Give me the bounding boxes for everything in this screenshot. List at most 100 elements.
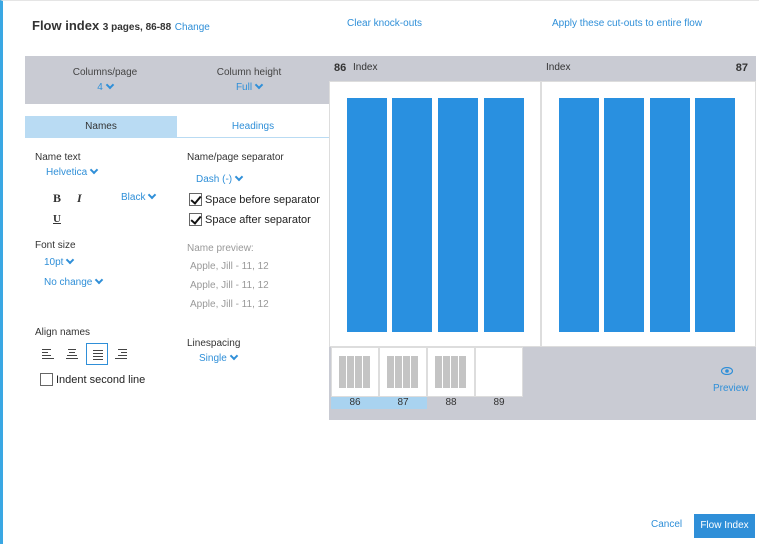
indent-checkbox-box[interactable] — [40, 373, 53, 386]
chevron-down-icon — [234, 172, 244, 182]
column[interactable] — [347, 98, 387, 332]
chevron-down-icon — [105, 80, 115, 90]
thumbnail-column — [435, 356, 442, 388]
space-before-box[interactable] — [189, 193, 202, 206]
indent-label: Indent second line — [56, 373, 146, 386]
linespacing-value: Single — [199, 353, 227, 364]
thumbnail-column — [451, 356, 458, 388]
align-center-icon[interactable] — [62, 343, 84, 365]
bold-button[interactable]: B — [53, 191, 61, 206]
flow-index-button[interactable]: Flow Index — [694, 514, 755, 538]
separator-label: Name/page separator — [187, 152, 284, 163]
page-preview: 86 Index Index 87 86 87 88 89 Preview — [329, 56, 756, 420]
align-right-icon[interactable] — [110, 343, 132, 365]
height-select[interactable]: Full — [179, 80, 319, 93]
space-after-label: Space after separator — [205, 213, 311, 226]
space-after-box[interactable] — [189, 213, 202, 226]
eye-icon[interactable] — [720, 366, 734, 376]
color-select[interactable]: Black — [121, 190, 157, 203]
clear-knockouts-link[interactable]: Clear knock-outs — [347, 18, 422, 29]
left-page-header: 86 Index — [329, 56, 541, 81]
thumbnail-page-number: 88 — [445, 397, 457, 408]
dialog-title: Flow index 3 pages, 86-88 Change — [32, 18, 210, 33]
tab-names[interactable]: Names — [25, 116, 177, 138]
height-value: Full — [235, 82, 253, 93]
right-page-header: Index 87 — [541, 56, 756, 81]
page-thumbnail[interactable] — [331, 347, 379, 397]
title-text: Flow index — [32, 18, 100, 33]
chevron-down-icon — [89, 165, 99, 175]
change-link[interactable]: Change — [175, 22, 210, 33]
thumbnail-strip: 86 87 88 89 Preview — [329, 347, 756, 420]
column[interactable] — [695, 98, 735, 332]
align-label: Align names — [35, 327, 91, 338]
apply-cutouts-link[interactable]: Apply these cut-outs to entire flow — [552, 18, 702, 29]
chevron-down-icon — [95, 275, 104, 285]
align-justify-icon[interactable] — [86, 343, 108, 365]
separator-select[interactable]: Dash (-) — [196, 172, 244, 185]
tab-bar: Names Headings — [25, 116, 329, 138]
tab-headings[interactable]: Headings — [177, 116, 329, 138]
chevron-down-icon — [254, 80, 264, 90]
size-change-select[interactable]: No change — [44, 275, 104, 288]
chevron-down-icon — [229, 351, 239, 361]
chevron-down-icon — [148, 190, 157, 200]
column[interactable] — [484, 98, 524, 332]
indent-checkbox[interactable]: Indent second line — [40, 373, 145, 386]
column[interactable] — [392, 98, 432, 332]
name-preview-line: Apple, Jill - 11, 12 — [190, 261, 269, 272]
font-value: Helvetica — [46, 167, 88, 178]
thumbnail-column — [339, 356, 346, 388]
color-value: Black — [121, 192, 146, 203]
name-text-label: Name text — [35, 152, 81, 163]
font-size-label: Font size — [35, 240, 76, 251]
column[interactable] — [650, 98, 690, 332]
thumbnail-column — [411, 356, 418, 388]
columns-value: 4 — [97, 82, 103, 93]
thumbnail-page-number: 87 — [379, 397, 427, 409]
thumbnail-column — [443, 356, 450, 388]
right-page[interactable] — [541, 81, 756, 347]
thumbnail-column — [363, 356, 370, 388]
italic-button[interactable]: I — [77, 191, 82, 206]
font-select[interactable]: Helvetica — [46, 165, 99, 178]
columns-label: Columns/page — [72, 67, 138, 78]
page-thumbnail[interactable] — [475, 347, 523, 397]
left-page-number: 86 — [334, 62, 347, 74]
thumbnail-column — [395, 356, 402, 388]
thumbnail-column — [459, 356, 466, 388]
name-preview-line: Apple, Jill - 11, 12 — [190, 280, 269, 291]
space-before-checkbox[interactable]: Space before separator — [189, 193, 320, 206]
left-page-title: Index — [353, 62, 378, 73]
height-label: Column height — [216, 67, 282, 78]
space-after-checkbox[interactable]: Space after separator — [189, 213, 311, 226]
name-preview-line: Apple, Jill - 11, 12 — [190, 299, 269, 310]
column[interactable] — [438, 98, 478, 332]
font-size-select[interactable]: 10pt — [44, 255, 75, 268]
right-page-number: 87 — [735, 62, 748, 74]
title-subtitle: 3 pages, 86-88 — [102, 22, 172, 33]
left-page[interactable] — [329, 81, 541, 347]
column[interactable] — [559, 98, 599, 332]
thumbnail-column — [355, 356, 362, 388]
page-thumbnail[interactable] — [379, 347, 427, 397]
name-preview-label: Name preview: — [187, 243, 254, 254]
thumbnail-column — [387, 356, 394, 388]
linespacing-label: Linespacing — [187, 338, 241, 349]
layout-controls: Columns/page 4 Column height Full — [25, 56, 329, 104]
align-left-icon[interactable] — [38, 343, 60, 365]
thumbnail-page-number: 89 — [493, 397, 505, 408]
columns-select[interactable]: 4 — [35, 80, 175, 93]
cancel-button[interactable]: Cancel — [651, 519, 682, 530]
underline-button[interactable]: U — [53, 213, 61, 225]
page-thumbnail[interactable] — [427, 347, 475, 397]
size-change-value: No change — [44, 277, 93, 288]
thumbnail-column — [403, 356, 410, 388]
align-buttons — [38, 343, 132, 368]
preview-button[interactable]: Preview — [713, 383, 749, 394]
linespacing-select[interactable]: Single — [199, 351, 239, 364]
font-size-value: 10pt — [44, 257, 64, 268]
thumbnail-column — [347, 356, 354, 388]
right-page-title: Index — [546, 62, 571, 73]
column[interactable] — [604, 98, 644, 332]
